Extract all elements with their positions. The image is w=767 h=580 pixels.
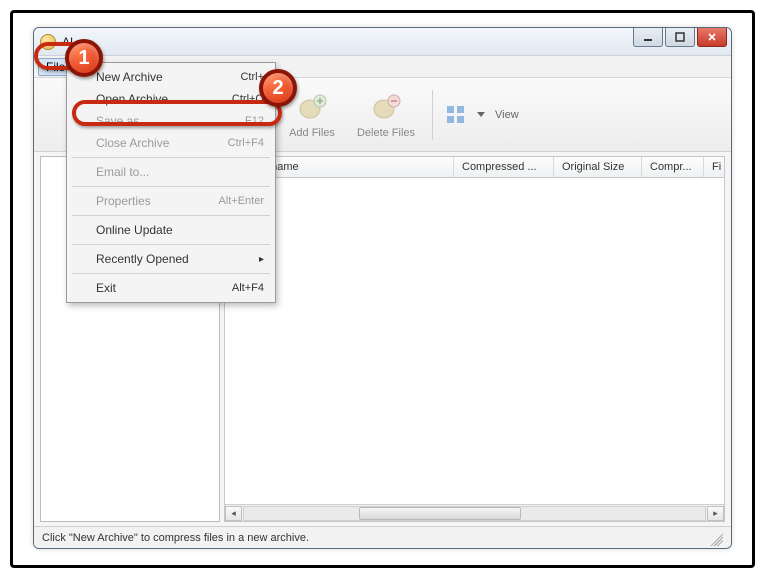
menu-item-label: Email to... xyxy=(96,165,149,179)
titlebar[interactable]: AL xyxy=(34,28,731,56)
resize-grip[interactable] xyxy=(707,530,723,546)
col-compressed[interactable]: Compressed ... xyxy=(454,157,554,177)
minimize-button[interactable] xyxy=(633,28,663,47)
menu-separator xyxy=(72,186,270,187)
add-files-icon xyxy=(296,91,328,123)
menu-separator xyxy=(72,273,270,274)
menu-item-label: Properties xyxy=(96,194,151,208)
file-menu-dropdown: New ArchiveCtrl+Open ArchiveCtrl+OSave a… xyxy=(66,62,276,303)
col-compr[interactable]: Compr... xyxy=(642,157,704,177)
submenu-arrow-icon: ▸ xyxy=(259,254,264,265)
menu-item-recently-opened[interactable]: Recently Opened ▸ xyxy=(70,248,272,270)
delete-files-label: Delete Files xyxy=(357,127,415,139)
col-original-size[interactable]: Original Size xyxy=(554,157,642,177)
delete-files-button[interactable]: Delete Files xyxy=(352,84,420,146)
menu-item-close-archive: Close Archive Ctrl+F4 xyxy=(70,132,272,154)
scroll-right-icon[interactable]: ▸ xyxy=(707,506,724,521)
menu-separator xyxy=(72,244,270,245)
menu-separator xyxy=(72,215,270,216)
delete-files-icon xyxy=(370,91,402,123)
callout-badge-1: 1 xyxy=(65,39,103,77)
menu-item-email-to: Email to... xyxy=(70,161,272,183)
view-grid-icon xyxy=(445,104,467,126)
menu-separator xyxy=(72,157,270,158)
statusbar: Click "New Archive" to compress files in… xyxy=(34,526,731,548)
scroll-thumb[interactable] xyxy=(359,507,520,520)
menu-item-label: New Archive xyxy=(96,70,163,84)
menu-item-online-update[interactable]: Online Update xyxy=(70,219,272,241)
highlight-ring-2 xyxy=(72,100,282,126)
callout-badge-2: 2 xyxy=(259,69,297,107)
menu-item-label: Exit xyxy=(96,281,116,295)
menu-item-properties: Properties Alt+Enter xyxy=(70,190,272,212)
column-headers: ename Compressed ... Original Size Compr… xyxy=(224,156,725,178)
horizontal-scrollbar[interactable]: ◂ ▸ xyxy=(225,504,724,521)
maximize-button[interactable] xyxy=(665,28,695,47)
add-files-label: Add Files xyxy=(289,127,335,139)
scroll-left-icon[interactable]: ◂ xyxy=(225,506,242,521)
close-button[interactable] xyxy=(697,28,727,47)
toolbar-separator xyxy=(432,90,433,140)
col-fi[interactable]: Fi xyxy=(704,157,724,177)
menu-item-shortcut: Alt+Enter xyxy=(218,195,264,207)
menu-item-exit[interactable]: Exit Alt+F4 xyxy=(70,277,272,299)
menu-item-shortcut: Ctrl+F4 xyxy=(228,137,264,149)
view-label: View xyxy=(495,109,519,121)
menu-item-new-archive[interactable]: New ArchiveCtrl+ xyxy=(70,66,272,88)
menu-item-label: Online Update xyxy=(96,223,173,237)
menu-item-label: Close Archive xyxy=(96,136,169,150)
menu-item-shortcut: Alt+F4 xyxy=(232,282,264,294)
view-switcher[interactable]: View xyxy=(445,104,519,126)
status-text: Click "New Archive" to compress files in… xyxy=(42,532,309,544)
app-window: AL File Action View Option xyxy=(33,27,732,549)
menu-item-label: Recently Opened xyxy=(96,252,189,266)
file-list[interactable]: ◂ ▸ xyxy=(224,178,725,522)
chevron-down-icon xyxy=(477,112,485,117)
